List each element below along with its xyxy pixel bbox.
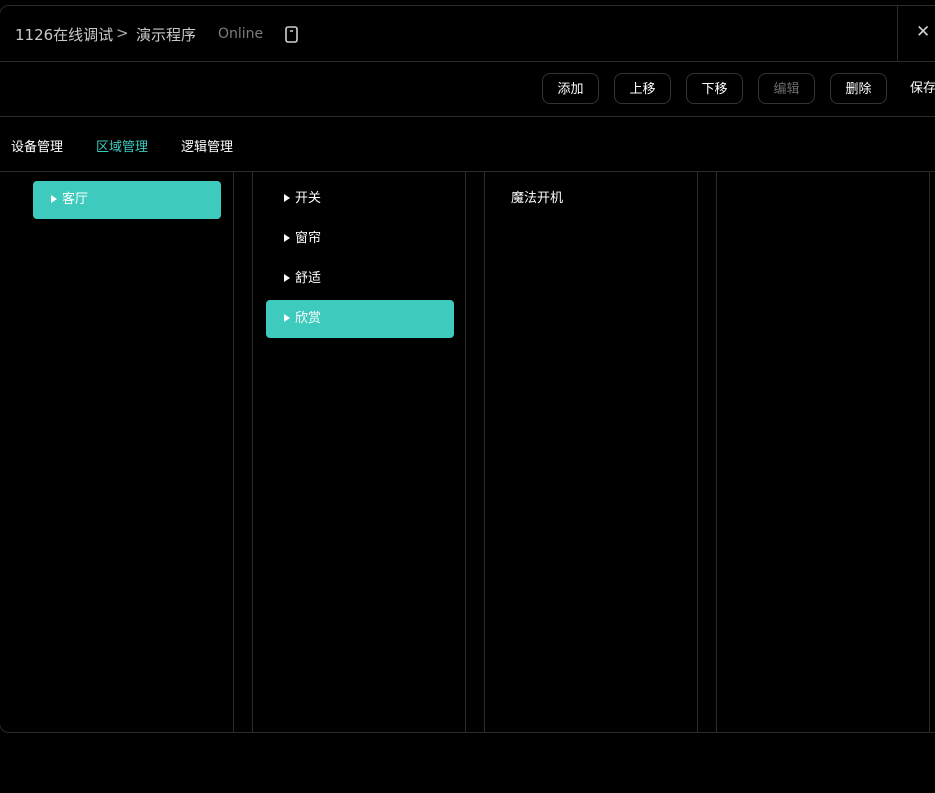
tab-area-management[interactable]: 区域管理 [96,136,148,155]
caret-right-icon [284,194,290,202]
breadcrumb-program: 演示程序 [136,26,197,44]
group-item-comfort[interactable]: 舒适 [266,260,454,298]
move-down-button[interactable]: 下移 [686,73,743,104]
delete-button[interactable]: 删除 [830,73,887,104]
move-up-button[interactable]: 上移 [614,73,671,104]
group-label: 开关 [295,191,322,206]
add-button[interactable]: 添加 [542,73,599,104]
caret-right-icon [284,274,290,282]
edit-button[interactable]: 编辑 [758,73,815,104]
column-divider [697,172,698,732]
column-divider [484,172,485,732]
caret-right-icon [284,234,290,242]
group-label: 舒适 [295,271,322,286]
group-label: 窗帘 [295,231,322,246]
column-divider [252,172,253,732]
tab-device-management[interactable]: 设备管理 [11,136,63,155]
app-window: 1126在线调试 > 演示程序 Online ✕ 添加 上移 下移 编辑 删除 … [0,5,935,733]
close-button[interactable]: ✕ [897,6,935,61]
group-label: 欣赏 [295,311,322,326]
save-button[interactable]: 保存 [910,73,935,104]
mobile-device-icon[interactable] [285,26,298,43]
breadcrumb-separator: > [116,24,129,42]
connection-status: Online [218,26,264,42]
title-bar: 1126在线调试 > 演示程序 Online ✕ [0,6,935,62]
column-divider [716,172,717,732]
column-divider [233,172,234,732]
room-label: 客厅 [62,192,89,207]
scene-item-magic-power-on[interactable]: 魔法开机 [511,187,563,206]
breadcrumb-project[interactable]: 1126在线调试 [15,24,113,45]
column-divider [929,172,930,732]
room-item-living-room[interactable]: 客厅 [33,181,221,219]
tab-bar: 设备管理 区域管理 逻辑管理 [0,117,935,172]
column-divider [465,172,466,732]
toolbar: 添加 上移 下移 编辑 删除 保存 [0,62,935,117]
caret-right-icon [51,195,57,203]
group-item-curtain[interactable]: 窗帘 [266,220,454,258]
caret-right-icon [284,314,290,322]
close-icon: ✕ [916,22,931,42]
group-item-switch[interactable]: 开关 [266,180,454,218]
group-item-appreciate[interactable]: 欣赏 [266,300,454,338]
tab-logic-management[interactable]: 逻辑管理 [181,136,233,155]
